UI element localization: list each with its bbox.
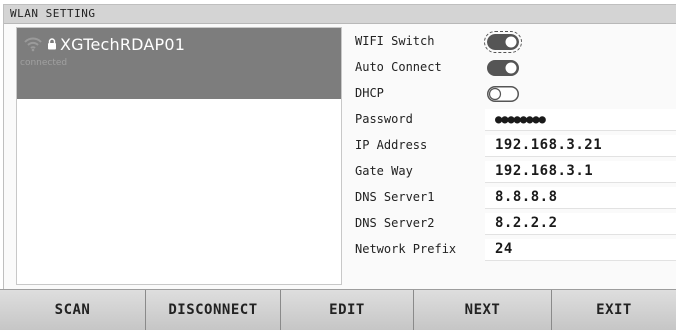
network-prefix-field[interactable]: 24: [485, 239, 676, 261]
network-status: connected: [20, 58, 68, 68]
password-row: Password ●●●●●●●●: [346, 107, 676, 133]
dns-server2-label: DNS Server2: [355, 216, 435, 230]
password-field[interactable]: ●●●●●●●●: [485, 109, 676, 131]
auto-connect-row: Auto Connect: [346, 55, 676, 81]
wifi-switch-label: WIFI Switch: [355, 34, 435, 48]
gateway-value: 192.168.3.1: [495, 163, 594, 179]
password-label: Password: [355, 112, 413, 126]
auto-connect-toggle[interactable]: [487, 60, 519, 76]
next-button[interactable]: NEXT: [413, 290, 551, 330]
ip-address-row: IP Address 192.168.3.21: [346, 133, 676, 159]
exit-button[interactable]: EXIT: [551, 290, 676, 330]
network-prefix-label: Network Prefix: [355, 242, 457, 256]
window-title: WLAN SETTING: [10, 7, 96, 20]
network-ssid: XGTechRDAP01: [60, 35, 186, 54]
ip-address-value: 192.168.3.21: [495, 137, 603, 153]
dns-server2-field[interactable]: 8.2.2.2: [485, 213, 676, 235]
dns-server1-label: DNS Server1: [355, 190, 435, 204]
network-prefix-value: 24: [495, 241, 513, 257]
wifi-switch-row: WIFI Switch: [346, 29, 676, 55]
password-value: ●●●●●●●●: [495, 112, 546, 126]
action-bar: SCAN DISCONNECT EDIT NEXT EXIT: [0, 289, 676, 330]
wifi-switch-toggle[interactable]: [484, 31, 522, 53]
dns-server2-value: 8.2.2.2: [495, 215, 558, 231]
lock-icon: [48, 38, 56, 50]
dns-server1-field[interactable]: 8.8.8.8: [485, 187, 676, 209]
dhcp-label: DHCP: [355, 86, 384, 100]
auto-connect-label: Auto Connect: [355, 60, 442, 74]
gateway-row: Gate Way 192.168.3.1: [346, 159, 676, 185]
dhcp-toggle[interactable]: [487, 86, 519, 102]
gateway-field[interactable]: 192.168.3.1: [485, 161, 676, 183]
edit-button[interactable]: EDIT: [280, 290, 413, 330]
scan-button[interactable]: SCAN: [0, 290, 145, 330]
gateway-label: Gate Way: [355, 164, 413, 178]
dns-server1-value: 8.8.8.8: [495, 189, 558, 205]
network-list: XGTechRDAP01 connected: [16, 27, 342, 285]
disconnect-button[interactable]: DISCONNECT: [145, 290, 280, 330]
network-prefix-row: Network Prefix 24: [346, 237, 676, 263]
dhcp-row: DHCP: [346, 81, 676, 107]
network-list-item[interactable]: XGTechRDAP01 connected: [17, 28, 341, 99]
dns-server1-row: DNS Server1 8.8.8.8: [346, 185, 676, 211]
ip-address-field[interactable]: 192.168.3.21: [485, 135, 676, 157]
settings-panel: WIFI Switch Auto Connect DHCP Password ●…: [346, 22, 676, 280]
dns-server2-row: DNS Server2 8.2.2.2: [346, 211, 676, 237]
ip-address-label: IP Address: [355, 138, 428, 152]
wifi-icon: [24, 37, 42, 52]
